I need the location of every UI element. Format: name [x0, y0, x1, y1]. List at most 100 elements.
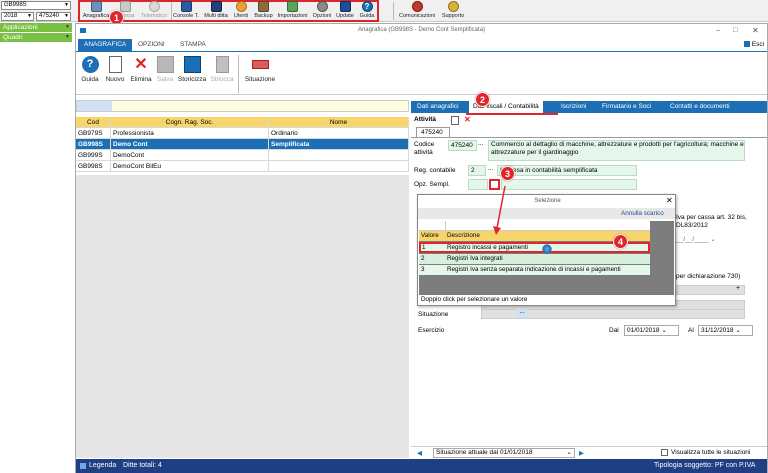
next-situation-button[interactable]: ▶ — [579, 449, 584, 457]
remove-icon[interactable]: ✕ — [464, 115, 471, 124]
dialog-hint: Doppio click per selezionare un valore — [421, 296, 528, 303]
toolbar-opzioni-button[interactable]: Opzioni — [311, 1, 333, 21]
option-row-3[interactable]: 3 Registri Iva senza separata indicazion… — [419, 265, 650, 275]
detail-tabs: Dati anagrafici Dati fiscali / Contabili… — [411, 101, 767, 113]
cell-cod: GB999S — [76, 150, 111, 161]
reg-lookup-button[interactable]: ... — [488, 165, 493, 172]
ribbon-elimina-button[interactable]: ✕ Elimina — [129, 56, 153, 83]
toolbar-comunicazioni-button[interactable]: Comunicazioni — [398, 1, 436, 21]
window-maximize-button[interactable]: □ — [733, 24, 737, 37]
toolbar-supporto-button[interactable]: Supporto — [439, 1, 467, 21]
option-row-2[interactable]: 2 Registri Iva integrati — [419, 254, 650, 264]
dal-label: Dal — [609, 327, 619, 334]
ribbon-sblocca-button[interactable]: Sblocca — [209, 56, 235, 83]
filter-code-cell[interactable] — [77, 101, 112, 111]
tab-firmatario[interactable]: Firmatario e Soci — [598, 101, 655, 113]
tab-dati-anagrafici[interactable]: Dati anagrafici — [413, 101, 463, 113]
activity-code-tab[interactable]: 475240 — [416, 127, 450, 137]
table-row[interactable]: GB979S Professionista Ordinario — [76, 128, 409, 139]
toolbar-utenti-button[interactable]: Utenti — [231, 1, 251, 21]
esercizio-label: Esercizio — [418, 327, 445, 334]
company-code-select[interactable]: GB998S ▼ — [1, 1, 71, 10]
toolbar-anagrafica-button[interactable]: Anagrafica — [81, 1, 111, 21]
gear-icon — [316, 1, 328, 12]
dichiarazione-field[interactable] — [676, 285, 745, 295]
codice-lookup-button[interactable]: ... — [478, 140, 483, 147]
year-select[interactable]: 2018 ▼ — [1, 12, 34, 21]
chevron-down-icon: ⌄ — [735, 327, 741, 334]
toolbar-backup-button[interactable]: Backup — [253, 1, 274, 21]
table-row[interactable]: GB998S DemoCont BilEu — [76, 161, 409, 172]
filter-row[interactable] — [419, 221, 650, 231]
situazione-label: Situazione — [418, 311, 449, 318]
table-row[interactable]: GB999S DemoCont — [76, 150, 409, 161]
opz-value-field[interactable] — [468, 179, 488, 190]
total-count: Ditte totali: 4 — [123, 462, 162, 469]
toolbar-multiditta-button[interactable]: Multi ditta — [202, 1, 230, 21]
window-title: Anagrafica (GB998S - Demo Cont Semplific… — [357, 27, 486, 33]
ribbon-situazione-button[interactable]: Situazione — [241, 56, 279, 83]
header-valore: Valore — [421, 232, 439, 239]
toolbar-label: Utenti — [233, 13, 249, 19]
cell-nome — [269, 150, 409, 161]
exit-button[interactable]: Esci — [744, 41, 764, 48]
codice-value-field[interactable]: 475240 — [448, 140, 477, 151]
add-button[interactable]: + — [736, 285, 740, 292]
cell-cogn: Demo Cont — [111, 139, 269, 150]
header-cod[interactable]: Cod — [76, 117, 111, 128]
situation-select[interactable]: Situazione attuale dal 01/01/2018 ⌄ — [433, 448, 575, 458]
iva-date-field[interactable]: __/__/____ ⌄ — [676, 235, 716, 243]
dialog-close-button[interactable]: ✕ — [666, 196, 673, 205]
toolbar-guida-button[interactable]: ? Guida — [357, 1, 377, 21]
header-nome[interactable]: Nome — [269, 117, 409, 128]
page-icon[interactable] — [451, 116, 459, 125]
ribbon-nuovo-button[interactable]: Nuovo — [104, 56, 126, 83]
ribbon-separator — [238, 55, 239, 93]
toolbar-label: Update — [336, 13, 354, 19]
dialog-title: Selezione — [534, 198, 561, 204]
ribbon-label: Elimina — [130, 76, 152, 83]
list-filter-bar[interactable] — [76, 100, 409, 112]
legend-link[interactable]: Legenda — [89, 459, 116, 473]
nav-quadri[interactable]: Quadri ▼ — [0, 33, 72, 42]
ribbon-salva-button[interactable]: Salva — [155, 56, 175, 83]
toolbar-console-button[interactable]: Console T. — [172, 1, 200, 21]
al-date-field[interactable]: 31/12/2018 ⌄ — [698, 325, 753, 336]
show-all-checkbox[interactable] — [661, 449, 668, 456]
cancel-download-button[interactable]: Annulla scarico — [621, 210, 664, 217]
dal-date-field[interactable]: 01/01/2018 ⌄ — [624, 325, 679, 336]
window-close-button[interactable]: ✕ — [752, 24, 759, 37]
annotation-badge-3: 3 — [500, 166, 515, 181]
tab-contatti[interactable]: Contatti e documenti — [666, 101, 734, 113]
anagrafica-window: Anagrafica (GB998S - Demo Cont Semplific… — [75, 23, 768, 473]
cell-cod: GB979S — [76, 128, 111, 139]
year-value: 2018 — [4, 13, 18, 19]
new-document-icon — [108, 56, 122, 73]
tab-stampa[interactable]: STAMPA — [174, 39, 212, 51]
toolbar-label: Importazioni — [277, 13, 308, 19]
code-select[interactable]: 475240 ▼ — [36, 12, 71, 21]
import-icon — [287, 1, 298, 12]
window-minimize-button[interactable]: – — [716, 24, 720, 37]
toolbar-importazioni-button[interactable]: Importazioni — [276, 1, 309, 21]
situazione-lookup-button[interactable]: ... — [516, 309, 528, 318]
tab-iscrizioni[interactable]: Iscrizioni — [557, 101, 590, 113]
chevron-down-icon: ▼ — [65, 34, 70, 40]
toolbar-telematico-button[interactable]: Telematico — [138, 1, 170, 21]
activity-panel-border — [411, 137, 767, 138]
reg-value-field[interactable]: 2 — [468, 165, 486, 176]
toolbar-update-button[interactable]: Update — [335, 1, 355, 21]
ribbon-label: Storicizza — [177, 76, 207, 83]
ribbon-guida-button[interactable]: ? Guida — [79, 56, 101, 83]
nav-applicazioni[interactable]: Applicazioni ▼ — [0, 23, 72, 32]
prev-situation-button[interactable]: ◀ — [417, 449, 422, 457]
tab-anagrafica[interactable]: ANAGRAFICA — [78, 39, 133, 51]
dichiarazione-label: per dichiarazione 730) — [676, 273, 741, 280]
filter-divider — [445, 221, 446, 231]
header-cogn[interactable]: Cogn. Rag. Soc. — [111, 117, 269, 128]
reg-desc-field: Impresa in contabilità semplificata — [497, 165, 637, 176]
table-row-selected[interactable]: GB998S Demo Cont Semplificata — [76, 139, 409, 150]
tab-opzioni[interactable]: OPZIONI — [132, 39, 171, 51]
ribbon-storicizza-button[interactable]: Storicizza — [177, 56, 207, 83]
ribbon-tabs: ANAGRAFICA OPZIONI STAMPA Esci ⌃ ? — [76, 39, 767, 58]
